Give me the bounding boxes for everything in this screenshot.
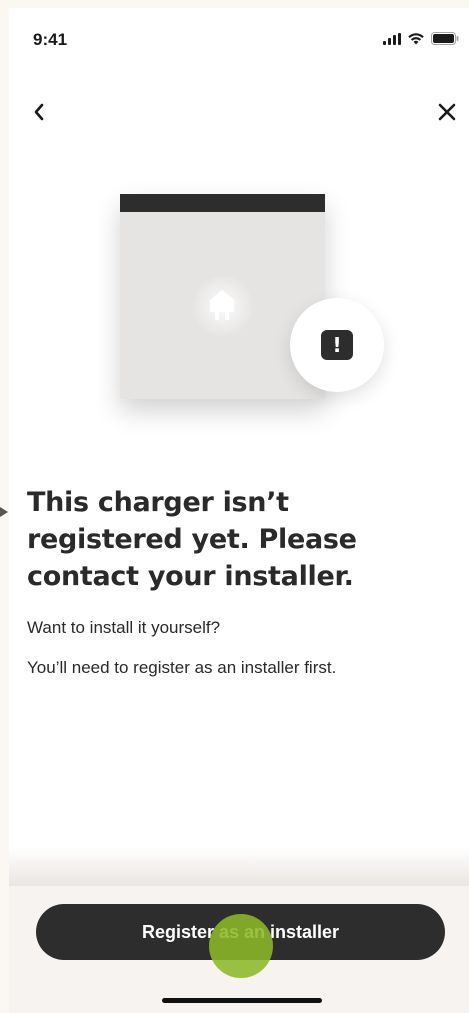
status-time: 9:41 <box>33 30 68 49</box>
charger-illustration: ! <box>120 194 390 414</box>
plug-icon <box>210 290 234 320</box>
body-text-1: Want to install it yourself? <box>27 618 221 637</box>
register-installer-label: Register as an installer <box>141 921 340 942</box>
page-title: This charger isn’t registered yet. Pleas… <box>27 487 357 592</box>
close-icon <box>438 103 456 121</box>
bottom-fade <box>9 848 469 888</box>
status-icons <box>383 32 459 45</box>
wifi-icon <box>407 32 425 45</box>
battery-icon <box>431 32 459 45</box>
charger-top-strip <box>120 194 325 212</box>
edge-arrow-marker <box>0 507 8 517</box>
home-indicator[interactable] <box>162 998 322 1003</box>
alert-circle: ! <box>290 298 384 392</box>
chevron-left-icon <box>34 103 44 121</box>
signal-icon <box>383 32 401 45</box>
register-installer-button[interactable]: Register as an installer <box>36 904 445 960</box>
back-button[interactable] <box>27 100 51 124</box>
exclamation-icon: ! <box>321 330 353 360</box>
charger-device <box>120 194 325 399</box>
phone-screen: 9:41 ! This charger isn’t registered yet… <box>9 8 469 1013</box>
close-button[interactable] <box>435 100 459 124</box>
body-text-2: You’ll need to register as an installer … <box>27 658 337 677</box>
